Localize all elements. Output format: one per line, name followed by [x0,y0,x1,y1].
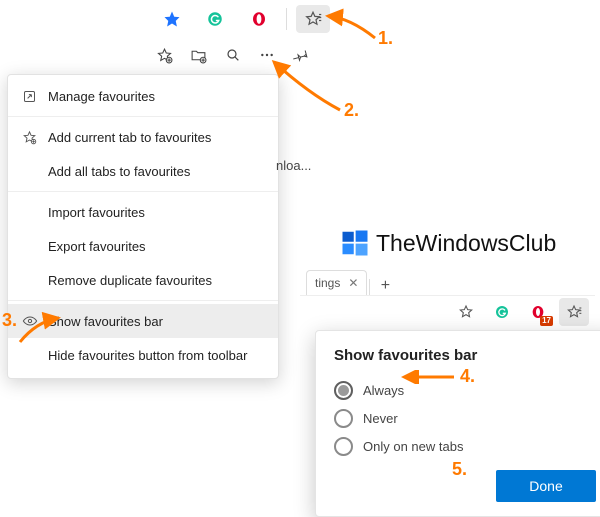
menu-item-label: Export favourites [48,239,264,254]
radio-never[interactable]: Never [334,404,596,432]
notification-badge: 17 [540,316,553,326]
browser-toolbar-secondary: 17 [300,295,595,328]
menu-import-favourites[interactable]: Import favourites [8,195,278,229]
search-icon[interactable] [218,41,246,69]
opera-badge-icon[interactable]: 17 [523,298,553,326]
menu-remove-duplicates[interactable]: Remove duplicate favourites [8,263,278,297]
opera-icon[interactable] [242,5,276,33]
menu-show-favourites-bar[interactable]: Show favourites bar [8,304,278,338]
browser-toolbar [150,3,335,35]
add-fav-icon[interactable] [150,41,178,69]
menu-add-current-tab[interactable]: Add current tab to favourites [8,120,278,154]
grammarly-icon[interactable] [487,298,517,326]
menu-item-label: Manage favourites [48,89,264,104]
radio-icon [334,381,353,400]
show-favourites-bar-popup: Show favourites bar Always Never Only on… [315,330,600,517]
menu-separator [8,300,278,301]
windows-logo-icon [340,228,370,258]
collections-icon[interactable] [296,5,330,33]
menu-item-label: Remove duplicate favourites [48,273,264,288]
menu-manage-favourites[interactable]: Manage favourites [8,79,278,113]
menu-item-label: Add current tab to favourites [48,130,264,145]
menu-export-favourites[interactable]: Export favourites [8,229,278,263]
tab-settings[interactable]: tings ✕ [306,270,367,295]
open-icon [22,89,48,104]
watermark: TheWindowsClub [340,228,556,258]
favourites-menu: Manage favourites Add current tab to fav… [7,74,279,379]
new-tab-button[interactable]: + [372,277,398,295]
eye-icon [22,313,48,329]
more-icon[interactable] [253,41,281,69]
add-star-icon [22,130,48,145]
tab-separator [369,279,370,295]
grammarly-icon[interactable] [198,5,232,33]
tab-strip: tings ✕ + [300,269,595,295]
star-icon[interactable] [155,5,189,33]
pin-icon[interactable] [287,41,315,69]
browser-window-secondary: tings ✕ + 17 [300,269,595,328]
annotation-1: 1. [378,28,393,49]
radio-label: Never [363,411,398,426]
background-text: nloa... [276,158,311,173]
collections-icon[interactable] [559,298,589,326]
menu-separator [8,191,278,192]
annotation-2: 2. [344,100,359,121]
menu-item-label: Hide favourites button from toolbar [48,348,264,363]
radio-only-new-tabs[interactable]: Only on new tabs [334,432,596,460]
close-icon[interactable]: ✕ [348,276,358,290]
menu-item-label: Add all tabs to favourites [48,164,264,179]
radio-label: Only on new tabs [363,439,463,454]
menu-item-label: Show favourites bar [48,314,264,329]
radio-always[interactable]: Always [334,376,596,404]
menu-item-label: Import favourites [48,205,264,220]
watermark-text: TheWindowsClub [376,230,556,257]
radio-icon [334,437,353,456]
favourites-panel-toolbar [150,40,315,70]
add-folder-icon[interactable] [184,41,212,69]
done-button[interactable]: Done [496,470,596,502]
popup-title: Show favourites bar [334,347,596,364]
toolbar-separator [286,8,287,30]
menu-hide-favourites-button[interactable]: Hide favourites button from toolbar [8,338,278,372]
tab-label: tings [315,276,340,290]
menu-add-all-tabs[interactable]: Add all tabs to favourites [8,154,278,188]
fav-star-icon[interactable] [451,298,481,326]
radio-label: Always [363,383,404,398]
menu-separator [8,116,278,117]
radio-icon [334,409,353,428]
